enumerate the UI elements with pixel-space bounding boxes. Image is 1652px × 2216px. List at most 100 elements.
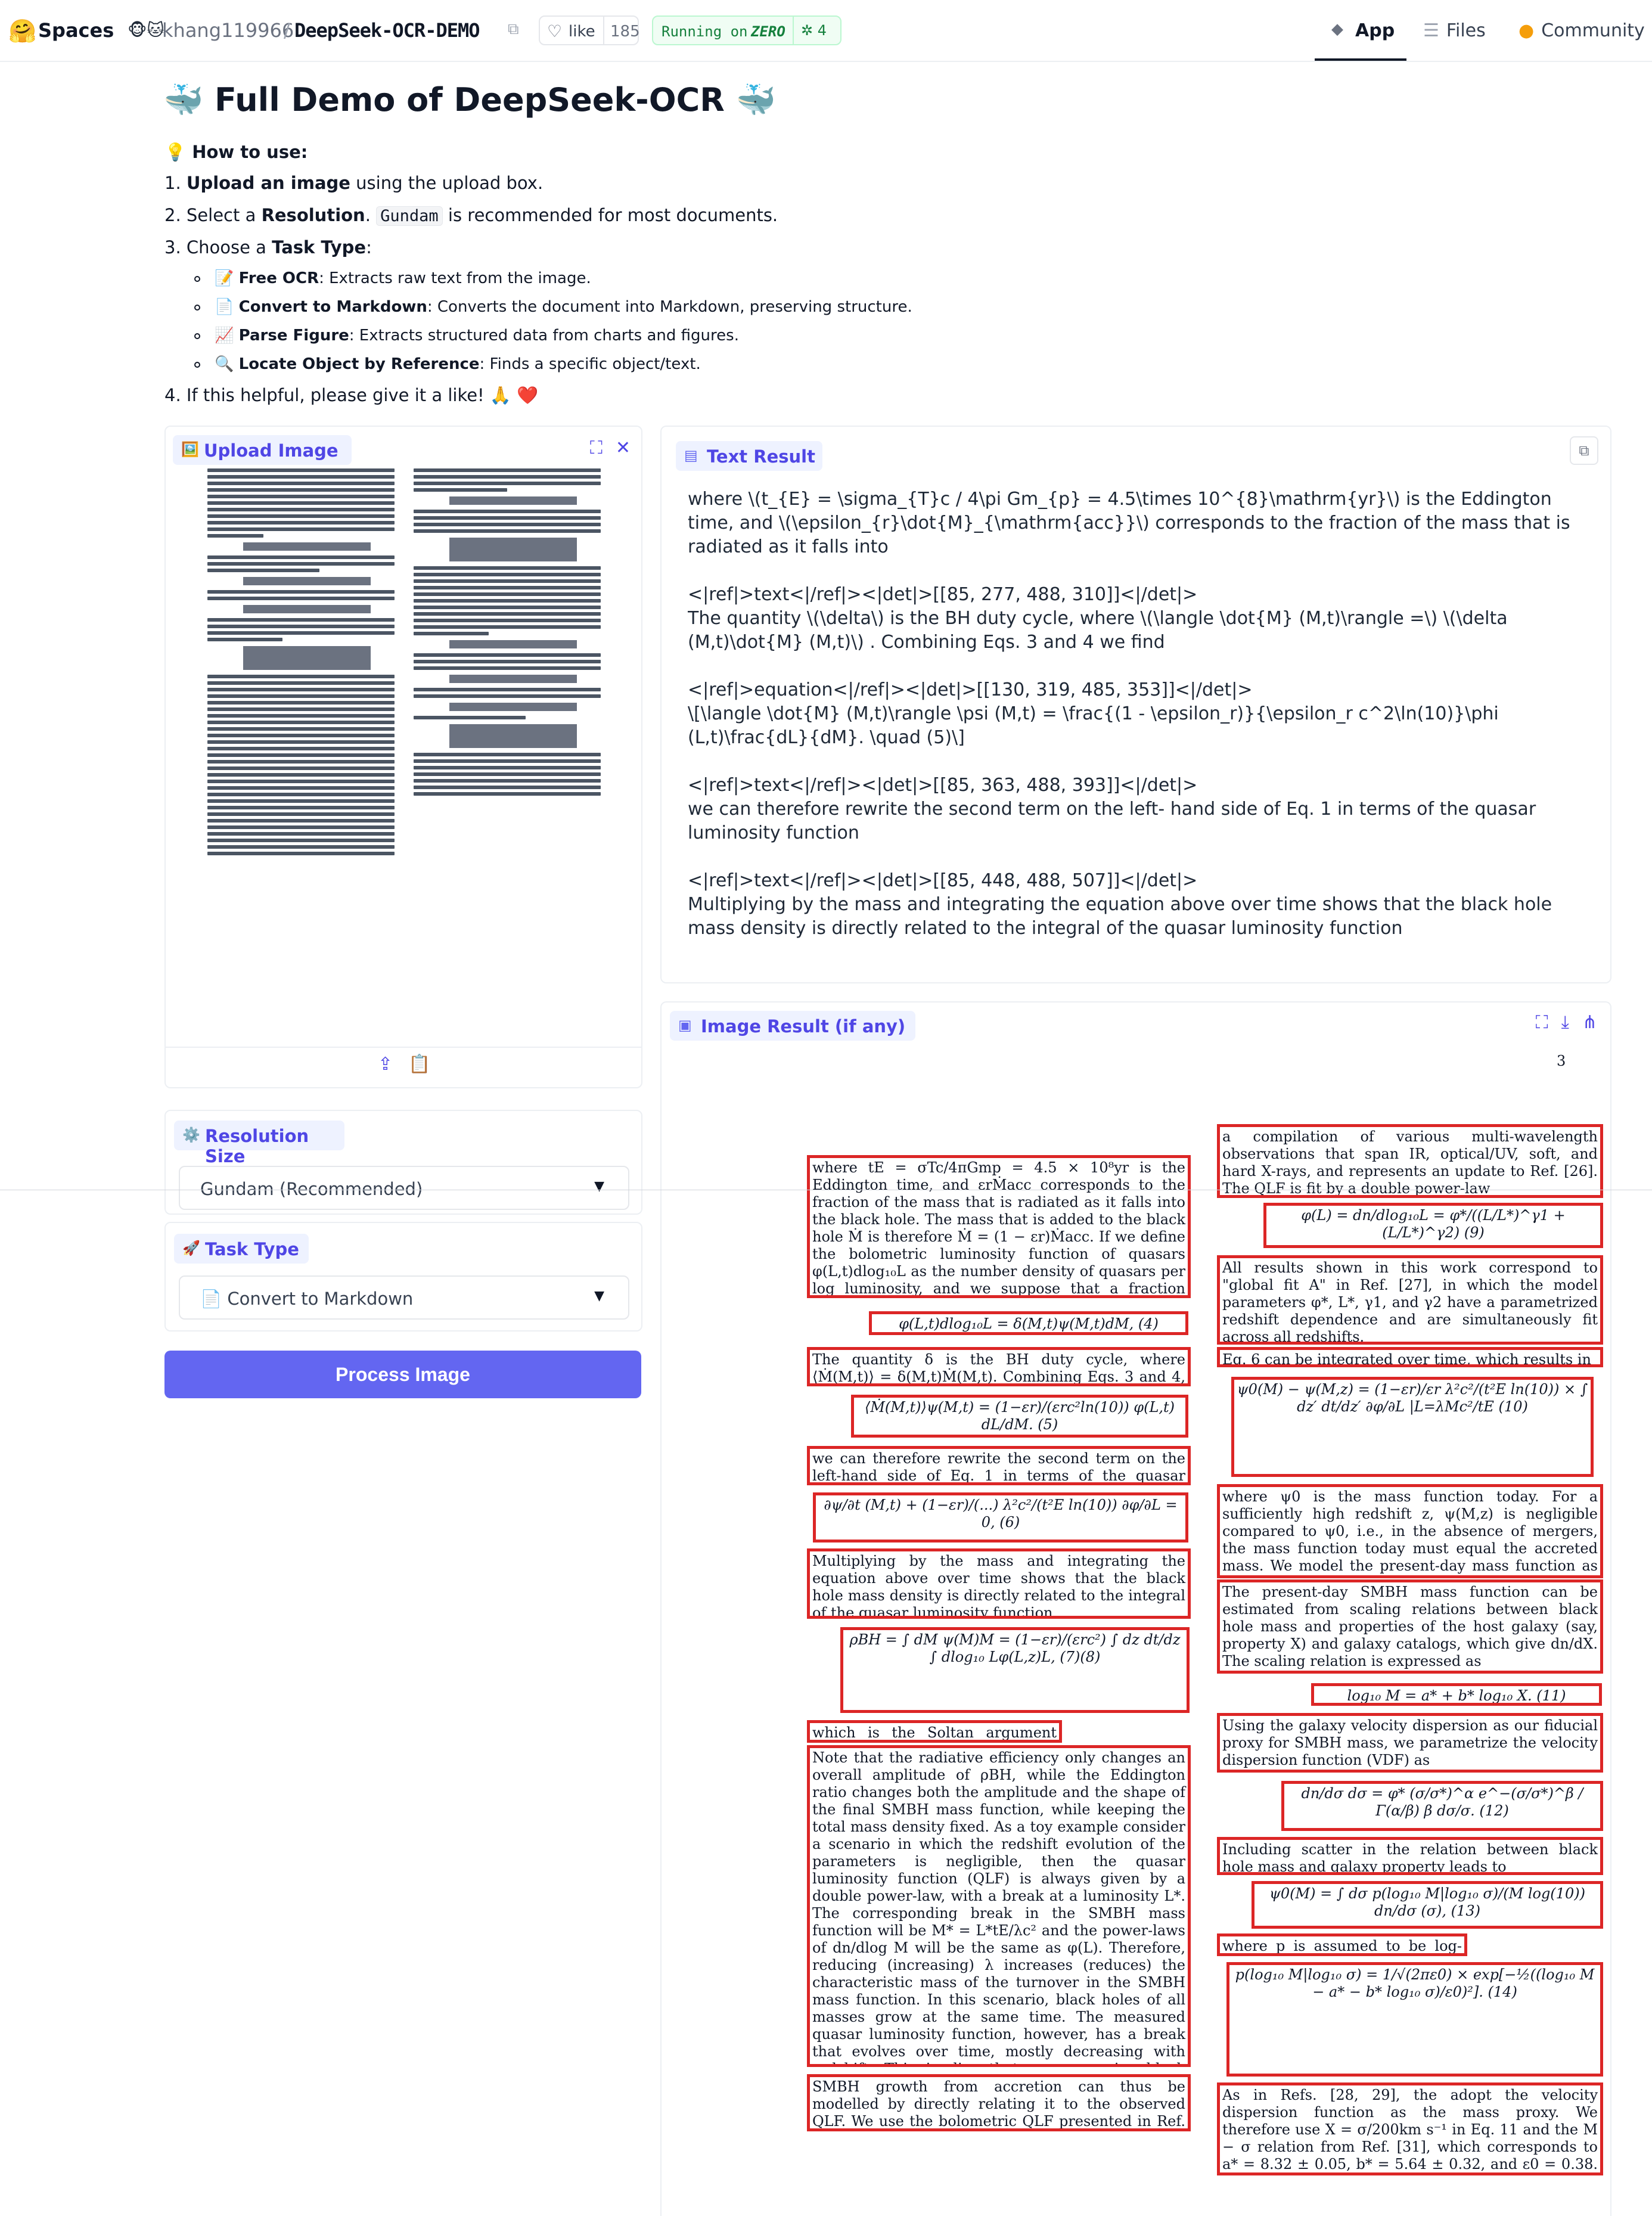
image-result-toolbar: ⛶ ⤓ ⋔ bbox=[1523, 1012, 1597, 1033]
task-item-parse-figure: 📈 Parse Figure: Extracts structured data… bbox=[194, 327, 739, 344]
text-result-paragraph: <|ref|>text<|/ref|><|det|>[[85, 448, 488… bbox=[688, 870, 1552, 939]
process-image-button[interactable]: Process Image bbox=[164, 1351, 641, 1398]
heart-icon: ♡ bbox=[547, 21, 563, 41]
step-4: 4. If this helpful, please give it a lik… bbox=[164, 385, 539, 405]
task-item-desc: : Extracts structured data from charts a… bbox=[349, 327, 739, 344]
top-bar: 🤗 Spaces 🐵🐱 khang119966 / DeepSeek-OCR-D… bbox=[0, 0, 1652, 62]
resolution-dropdown[interactable]: Gundam (Recommended) ▼ bbox=[179, 1166, 629, 1210]
fullscreen-icon[interactable]: ⛶ bbox=[590, 437, 603, 458]
ocr-box: Eq. 6 can be integrated over time, which… bbox=[1217, 1347, 1603, 1367]
spaces-link[interactable]: Spaces bbox=[38, 19, 114, 42]
ocr-box: All results shown in this work correspon… bbox=[1217, 1255, 1603, 1345]
running-prefix: Running on bbox=[662, 23, 748, 40]
files-icon: ☰ bbox=[1423, 20, 1439, 41]
gpu-icon: ✲ bbox=[801, 22, 818, 39]
tab-files-label: Files bbox=[1446, 20, 1486, 41]
close-icon[interactable]: ✕ bbox=[616, 437, 631, 458]
text-result-content[interactable]: where \(t_{E} = \sigma_{T}c / 4\pi Gm_{p… bbox=[688, 488, 1594, 963]
chevron-down-icon: ▼ bbox=[594, 1179, 604, 1194]
task-item-title: Locate Object by Reference bbox=[238, 355, 480, 373]
running-count: ✲ 4 bbox=[801, 22, 827, 39]
upload-actions: ⇪ 📋 bbox=[378, 1054, 446, 1075]
copy-icon[interactable]: ⧉ bbox=[508, 20, 519, 39]
uploaded-image-preview[interactable] bbox=[207, 468, 601, 1023]
ocr-box: which is the Soltan argument [30]. bbox=[807, 1720, 1062, 1743]
how-to-heading: 💡 How to use: bbox=[164, 142, 308, 162]
step-1-number: 1. bbox=[164, 173, 181, 193]
ocr-box: Multiplying by the mass and integrating … bbox=[807, 1548, 1191, 1619]
bullet bbox=[194, 304, 200, 311]
ocr-box: ⟨Ṁ(M,t)⟩ψ(M,t) = (1−εr)/(εrc²ln(10)) φ(L… bbox=[851, 1395, 1188, 1438]
running-count-value: 4 bbox=[817, 22, 827, 39]
upload-toolbar: ⛶ ✕ bbox=[577, 437, 631, 458]
step-2: 2. Select a Resolution. Gundam is recomm… bbox=[164, 205, 778, 226]
tab-community[interactable]: ● Community bbox=[1519, 20, 1645, 41]
ocr-box: ψ0(M) = ∫ dσ p(log₁₀ M|log₁₀ σ)/(M log(1… bbox=[1252, 1881, 1603, 1929]
community-icon: ● bbox=[1519, 20, 1535, 41]
bullet bbox=[194, 275, 200, 282]
ocr-box: log₁₀ M = a* + b* log₁₀ X. (11) bbox=[1311, 1683, 1602, 1706]
task-item-desc: : Finds a specific object/text. bbox=[479, 355, 701, 373]
task-item-markdown: 📄 Convert to Markdown: Converts the docu… bbox=[194, 298, 912, 316]
page-number: 3 bbox=[1557, 1053, 1566, 1069]
tab-app[interactable]: ◆ App bbox=[1315, 0, 1406, 61]
like-divider bbox=[603, 17, 604, 44]
like-button[interactable]: ♡ like 185 bbox=[539, 15, 640, 45]
text-result-label: ▤ Text Result bbox=[676, 441, 822, 471]
step-3-rest: : bbox=[366, 237, 372, 257]
task-item-desc: : Converts the document into Markdown, p… bbox=[427, 298, 912, 316]
gear-icon: ⚙️ bbox=[182, 1126, 200, 1143]
text-result-paragraph: <|ref|>text<|/ref|><|det|>[[85, 363, 488… bbox=[688, 775, 1536, 843]
running-status-badge[interactable]: Running on ZERO ✲ 4 bbox=[652, 15, 841, 45]
owner-link[interactable]: khang119966 bbox=[162, 19, 294, 42]
like-count[interactable]: 185 bbox=[610, 23, 640, 41]
task-item-title: Free OCR bbox=[238, 269, 319, 287]
image-result-label-text: Image Result (if any) bbox=[701, 1016, 906, 1036]
clipboard-icon[interactable]: 📋 bbox=[408, 1054, 430, 1075]
memo-icon: 📝 bbox=[215, 269, 234, 287]
tab-files[interactable]: ☰ Files bbox=[1423, 20, 1486, 41]
task-item-free-ocr: 📝 Free OCR: Extracts raw text from the i… bbox=[194, 269, 591, 287]
ocr-box: dn/dσ dσ = φ* (σ/σ*)^α e^−(σ/σ*)^β / Γ(α… bbox=[1281, 1781, 1603, 1831]
step-2-prefix: 2. Select a bbox=[164, 205, 262, 225]
text-icon: ▤ bbox=[684, 447, 698, 464]
step-3-bold: Task Type bbox=[272, 237, 367, 257]
ocr-box: where p is assumed to be log-normal bbox=[1217, 1933, 1467, 1956]
like-label: like bbox=[569, 23, 595, 41]
task-item-desc: : Extracts raw text from the image. bbox=[319, 269, 591, 287]
ocr-box: a compilation of various multi-wavelengt… bbox=[1217, 1124, 1603, 1198]
step-1-bold: Upload an image bbox=[186, 173, 350, 193]
user-avatar[interactable]: 🐵🐱 bbox=[128, 20, 164, 40]
bullet bbox=[194, 333, 200, 339]
hugging-face-logo-icon[interactable]: 🤗 bbox=[8, 18, 36, 45]
ocr-box: Note that the radiative efficiency only … bbox=[807, 1745, 1191, 2067]
step-3-prefix: 3. Choose a bbox=[164, 237, 272, 257]
share-icon[interactable]: ⋔ bbox=[1582, 1012, 1597, 1033]
running-divider bbox=[793, 17, 794, 44]
text-result-paragraph: <|ref|>text<|/ref|><|det|>[[85, 277, 488… bbox=[688, 584, 1508, 653]
upload-image-panel[interactable]: 🖼️ Upload Image ⛶ ✕ ⇪ 📋 bbox=[164, 426, 642, 1088]
task-type-label: 🚀 Task Type bbox=[174, 1234, 309, 1264]
task-type-dropdown[interactable]: 📄 Convert to Markdown ▼ bbox=[179, 1275, 629, 1320]
text-result-panel: ▤ Text Result ⧉ where \(t_{E} = \sigma_{… bbox=[660, 426, 1611, 983]
fullscreen-icon[interactable]: ⛶ bbox=[1536, 1012, 1548, 1033]
step-2-code: Gundam bbox=[376, 206, 443, 226]
upload-icon[interactable]: ⇪ bbox=[378, 1054, 393, 1075]
upload-image-label-text: Upload Image bbox=[204, 440, 339, 461]
breadcrumb-separator: / bbox=[284, 19, 290, 42]
resolution-selected-value: Gundam (Recommended) bbox=[200, 1179, 423, 1199]
task-type-label-text: Task Type bbox=[205, 1239, 299, 1259]
repo-name-link[interactable]: DeepSeek-OCR-DEMO bbox=[294, 19, 480, 42]
copy-icon[interactable]: ⧉ bbox=[1570, 436, 1598, 465]
text-result-paragraph: <|ref|>equation<|/ref|><|det|>[[130, 319… bbox=[688, 679, 1499, 748]
step-1-rest: using the upload box. bbox=[350, 173, 544, 193]
step-2-mid: . bbox=[365, 205, 377, 225]
text-result-label-text: Text Result bbox=[707, 446, 815, 467]
ocr-box: where tE = σTc/4πGmp = 4.5 × 10⁸yr is th… bbox=[807, 1155, 1191, 1298]
task-item-title: Parse Figure bbox=[238, 327, 349, 344]
text-result-paragraph: where \(t_{E} = \sigma_{T}c / 4\pi Gm_{p… bbox=[688, 489, 1576, 557]
tab-community-label: Community bbox=[1541, 20, 1645, 41]
annotated-image[interactable]: 3 where tE = σTc/4πGmp = 4.5 × 10⁸yr is … bbox=[708, 1044, 1603, 2212]
download-icon[interactable]: ⤓ bbox=[1561, 1012, 1569, 1033]
document-icon: 📄 bbox=[215, 298, 234, 316]
